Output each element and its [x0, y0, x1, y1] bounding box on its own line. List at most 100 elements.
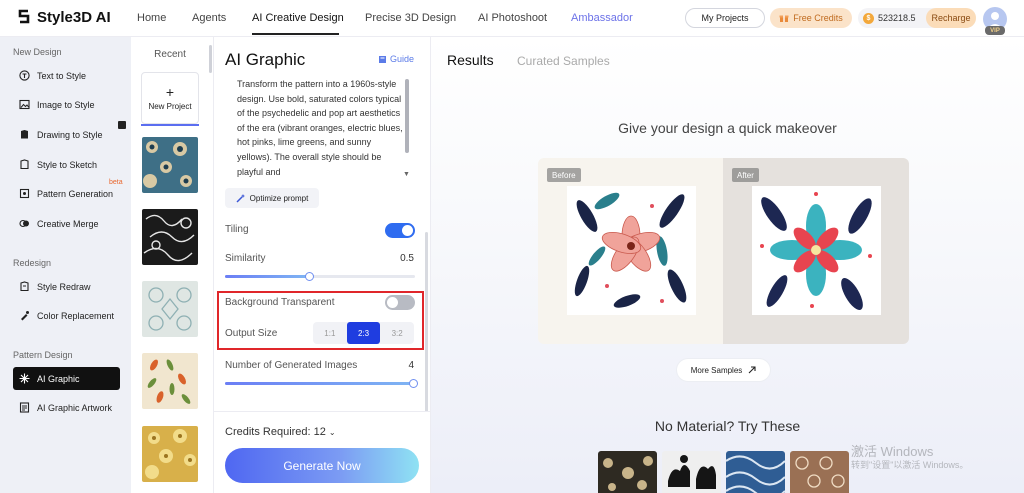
nav-ai-creative-design[interactable]: AI Creative Design [252, 12, 344, 24]
sidebar-item-label: AI Graphic [37, 373, 80, 384]
before-tag: Before [547, 168, 581, 182]
before-pattern-image [567, 186, 696, 315]
new-project-label: New Project [148, 102, 192, 111]
makeover-heading: Give your design a quick makeover [618, 120, 837, 136]
nav-home[interactable]: Home [137, 12, 166, 24]
recent-thumbnail[interactable] [142, 137, 198, 193]
sidebar-item-pattern-generation[interactable]: Pattern Generation [13, 182, 120, 205]
sidebar-item-ai-graphic[interactable]: AI Graphic [13, 367, 120, 390]
number-of-images-label: Number of Generated Images [225, 360, 358, 371]
more-samples-label: More Samples [690, 365, 743, 375]
recharge-button[interactable]: Recharge [926, 8, 976, 28]
logo-text: Style3D AI [37, 8, 111, 26]
after-pattern-image [752, 186, 881, 315]
new-project-button[interactable]: + New Project [141, 72, 199, 124]
sidebar-item-creative-merge[interactable]: Creative Merge [13, 212, 120, 235]
recent-thumbnail[interactable] [142, 281, 198, 337]
generate-now-button[interactable]: Generate Now [225, 448, 419, 483]
redraw-icon [19, 281, 30, 292]
material-sample[interactable] [598, 451, 657, 493]
sketch-icon [19, 159, 30, 170]
panel-divider [214, 411, 431, 412]
results-area: Results Curated Samples Give your design… [431, 37, 1024, 493]
nav-ai-photoshoot[interactable]: AI Photoshoot [478, 12, 547, 24]
material-sample[interactable] [662, 451, 721, 493]
sidebar-item-style-to-sketch[interactable]: Style to Sketch [13, 153, 120, 176]
sidebar-item-label: AI Graphic Artwork [37, 402, 113, 413]
guide-label: Guide [390, 54, 415, 64]
material-sample[interactable] [726, 451, 785, 493]
nav-agents[interactable]: Agents [192, 12, 226, 24]
scroll-down-arrow-icon[interactable]: ▼ [403, 171, 410, 178]
tiling-label: Tiling [225, 224, 249, 235]
sidebar-item-label: Creative Merge [37, 218, 99, 229]
nav-ambassador[interactable]: Ambassador [571, 12, 633, 24]
free-credits-button[interactable]: Free Credits [770, 8, 852, 28]
recent-title: Recent [154, 49, 186, 60]
section-pattern-design: Pattern Design [13, 350, 73, 360]
tab-results[interactable]: Results [447, 52, 494, 68]
free-credits-label: Free Credits [793, 13, 843, 23]
section-redesign: Redesign [13, 258, 52, 268]
similarity-value: 0.5 [400, 253, 414, 264]
sidebar-item-label: Style Redraw [37, 281, 91, 292]
similarity-slider[interactable] [225, 272, 415, 281]
artwork-icon [19, 402, 30, 413]
similarity-slider-handle[interactable] [305, 272, 314, 281]
credits-required-label: Credits Required: 12 [225, 426, 326, 438]
drawing-style-badge-icon [118, 121, 126, 129]
beta-badge: beta [109, 179, 123, 186]
arrow-up-right-icon [748, 366, 756, 374]
highlight-box [217, 291, 424, 350]
sidebar-item-color-replacement[interactable]: Color Replacement [13, 304, 120, 327]
credits-required[interactable]: Credits Required: 12 ⌄ [225, 426, 336, 438]
magic-wand-icon [236, 194, 245, 203]
prompt-textarea[interactable]: Transform the pattern into a 1960s-style… [225, 77, 415, 182]
credit-balance: $ 523218.5 Recharge [858, 8, 976, 28]
vip-badge: VIP [985, 26, 1005, 35]
material-sample[interactable] [790, 451, 849, 493]
after-tag: After [732, 168, 759, 182]
windows-activation-watermark-subtext: 转到"设置"以激活 Windows。 [851, 460, 969, 470]
number-of-images-slider-handle[interactable] [409, 379, 418, 388]
tab-curated-samples[interactable]: Curated Samples [517, 54, 610, 68]
my-projects-button[interactable]: My Projects [685, 8, 765, 28]
nav-precise-3d-design[interactable]: Precise 3D Design [365, 12, 456, 24]
merge-icon [19, 218, 30, 229]
coin-balance-value: 523218.5 [878, 13, 916, 23]
prompt-text: Transform the pattern into a 1960s-style… [237, 79, 403, 177]
ai-graphic-icon [19, 373, 30, 384]
text-style-icon [19, 70, 30, 81]
recent-thumbnail[interactable] [142, 353, 198, 409]
recent-thumbnail[interactable] [142, 426, 198, 482]
drawing-style-icon [19, 129, 30, 140]
number-of-images-value: 4 [408, 360, 414, 371]
optimize-prompt-button[interactable]: Optimize prompt [225, 188, 319, 208]
sidebar-item-image-to-style[interactable]: Image to Style [13, 93, 120, 116]
gift-icon [779, 15, 789, 22]
settings-panel: AI Graphic Guide Transform the pattern i… [214, 37, 431, 493]
pattern-icon [19, 188, 30, 199]
sidebar-item-drawing-to-style[interactable]: Drawing to Style [13, 123, 120, 146]
sidebar-item-label: Image to Style [37, 99, 95, 110]
sidebar-item-label: Drawing to Style [37, 129, 103, 140]
sidebar-item-ai-graphic-artwork[interactable]: AI Graphic Artwork [13, 396, 120, 419]
image-style-icon [19, 99, 30, 110]
logo[interactable]: Style3D AI [16, 8, 111, 26]
panel-scrollbar[interactable] [425, 232, 428, 412]
optimize-prompt-label: Optimize prompt [249, 193, 309, 203]
plus-icon: + [165, 84, 175, 100]
guide-link[interactable]: Guide [378, 54, 414, 64]
sidebar-item-label: Style to Sketch [37, 159, 98, 170]
tiling-toggle[interactable] [385, 223, 415, 238]
number-of-images-slider[interactable] [225, 379, 418, 388]
book-icon [379, 55, 386, 63]
prompt-scrollbar[interactable] [405, 79, 409, 153]
sidebar-item-label: Color Replacement [37, 310, 115, 321]
sidebar-item-style-redraw[interactable]: Style Redraw [13, 275, 120, 298]
section-new-design: New Design [13, 47, 62, 57]
recent-thumbnail[interactable] [142, 209, 198, 265]
sidebar-item-text-to-style[interactable]: Text to Style [13, 64, 120, 87]
more-samples-button[interactable]: More Samples [677, 359, 770, 381]
recent-scrollbar[interactable] [209, 45, 212, 73]
